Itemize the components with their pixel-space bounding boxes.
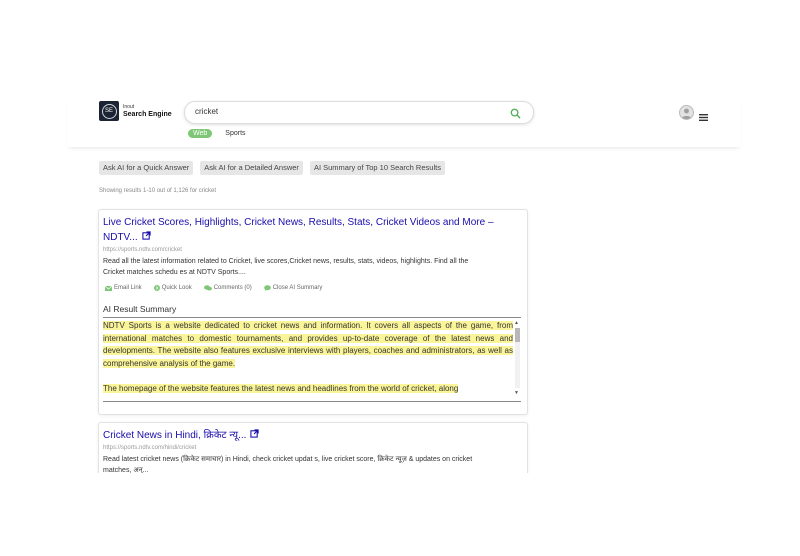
ai-summary-title: AI Result Summary: [103, 304, 177, 314]
tab-sports[interactable]: Sports: [225, 130, 245, 137]
result-title-link[interactable]: Live Cricket Scores, Highlights, Cricket…: [103, 215, 494, 245]
scroll-down-icon[interactable]: ▼: [514, 390, 519, 396]
quick-look-button[interactable]: Quick Look: [153, 285, 192, 291]
results-count: Showing results 1-10 out of 1,126 for cr…: [99, 188, 217, 194]
header: SE Inout Search Engine cricket Web Sport…: [67, 95, 741, 147]
logo-line1: Inout: [123, 104, 135, 110]
ask-ai-quick-button[interactable]: Ask AI for a Quick Answer: [99, 161, 194, 175]
result-url: https://sports.ndtv.com/cricket: [103, 247, 182, 253]
ai-buttons: Ask AI for a Quick Answer Ask AI for a D…: [99, 161, 452, 175]
ai-summary-top10-button[interactable]: AI Summary of Top 10 Search Results: [309, 161, 445, 175]
ai-summary-text: NDTV Sports is a website dedicated to cr…: [103, 321, 513, 393]
result-title-link[interactable]: Cricket News in Hindi, क्रिकेट न्यू...: [103, 428, 260, 443]
email-link-button[interactable]: Email Link: [105, 285, 142, 291]
divider: [103, 401, 521, 402]
logo-line2: Search Engine: [123, 111, 172, 118]
search-box[interactable]: cricket: [184, 101, 534, 124]
quick-look-icon: [153, 285, 160, 291]
envelope-icon: [105, 285, 112, 291]
avatar-icon[interactable]: [679, 105, 694, 120]
divider: [103, 317, 521, 318]
external-link-icon[interactable]: [142, 230, 151, 245]
close-ai-summary-button[interactable]: Close AI Summary: [263, 285, 322, 291]
result-actions: Email Link Quick Look Comments (0) Close…: [105, 285, 334, 291]
result-snippet: Read all the latest information related …: [103, 258, 469, 276]
result-card: Live Cricket Scores, Highlights, Cricket…: [98, 209, 528, 415]
search-tabs: Web Sports: [188, 129, 246, 138]
ai-summary-scrollbar[interactable]: ▲ ▼: [513, 320, 521, 397]
ask-ai-detailed-button[interactable]: Ask AI for a Detailed Answer: [200, 161, 303, 175]
result-url: https://sports.ndtv.com/hindi/cricket: [103, 445, 197, 451]
scroll-up-icon[interactable]: ▲: [514, 320, 519, 326]
page-bottom-blank: [0, 473, 800, 556]
search-icon[interactable]: [510, 106, 521, 124]
comments-button[interactable]: Comments (0): [203, 285, 252, 291]
scrollbar-thumb[interactable]: [515, 328, 520, 342]
logo[interactable]: SE Inout Search Engine: [99, 101, 172, 121]
comments-icon: [203, 285, 212, 291]
external-link-icon[interactable]: [250, 428, 260, 443]
tab-web[interactable]: Web: [188, 129, 213, 138]
logo-mark: SE: [99, 101, 119, 121]
menu-icon[interactable]: [699, 108, 708, 126]
search-input[interactable]: cricket: [195, 107, 218, 116]
chat-icon: [263, 285, 271, 291]
